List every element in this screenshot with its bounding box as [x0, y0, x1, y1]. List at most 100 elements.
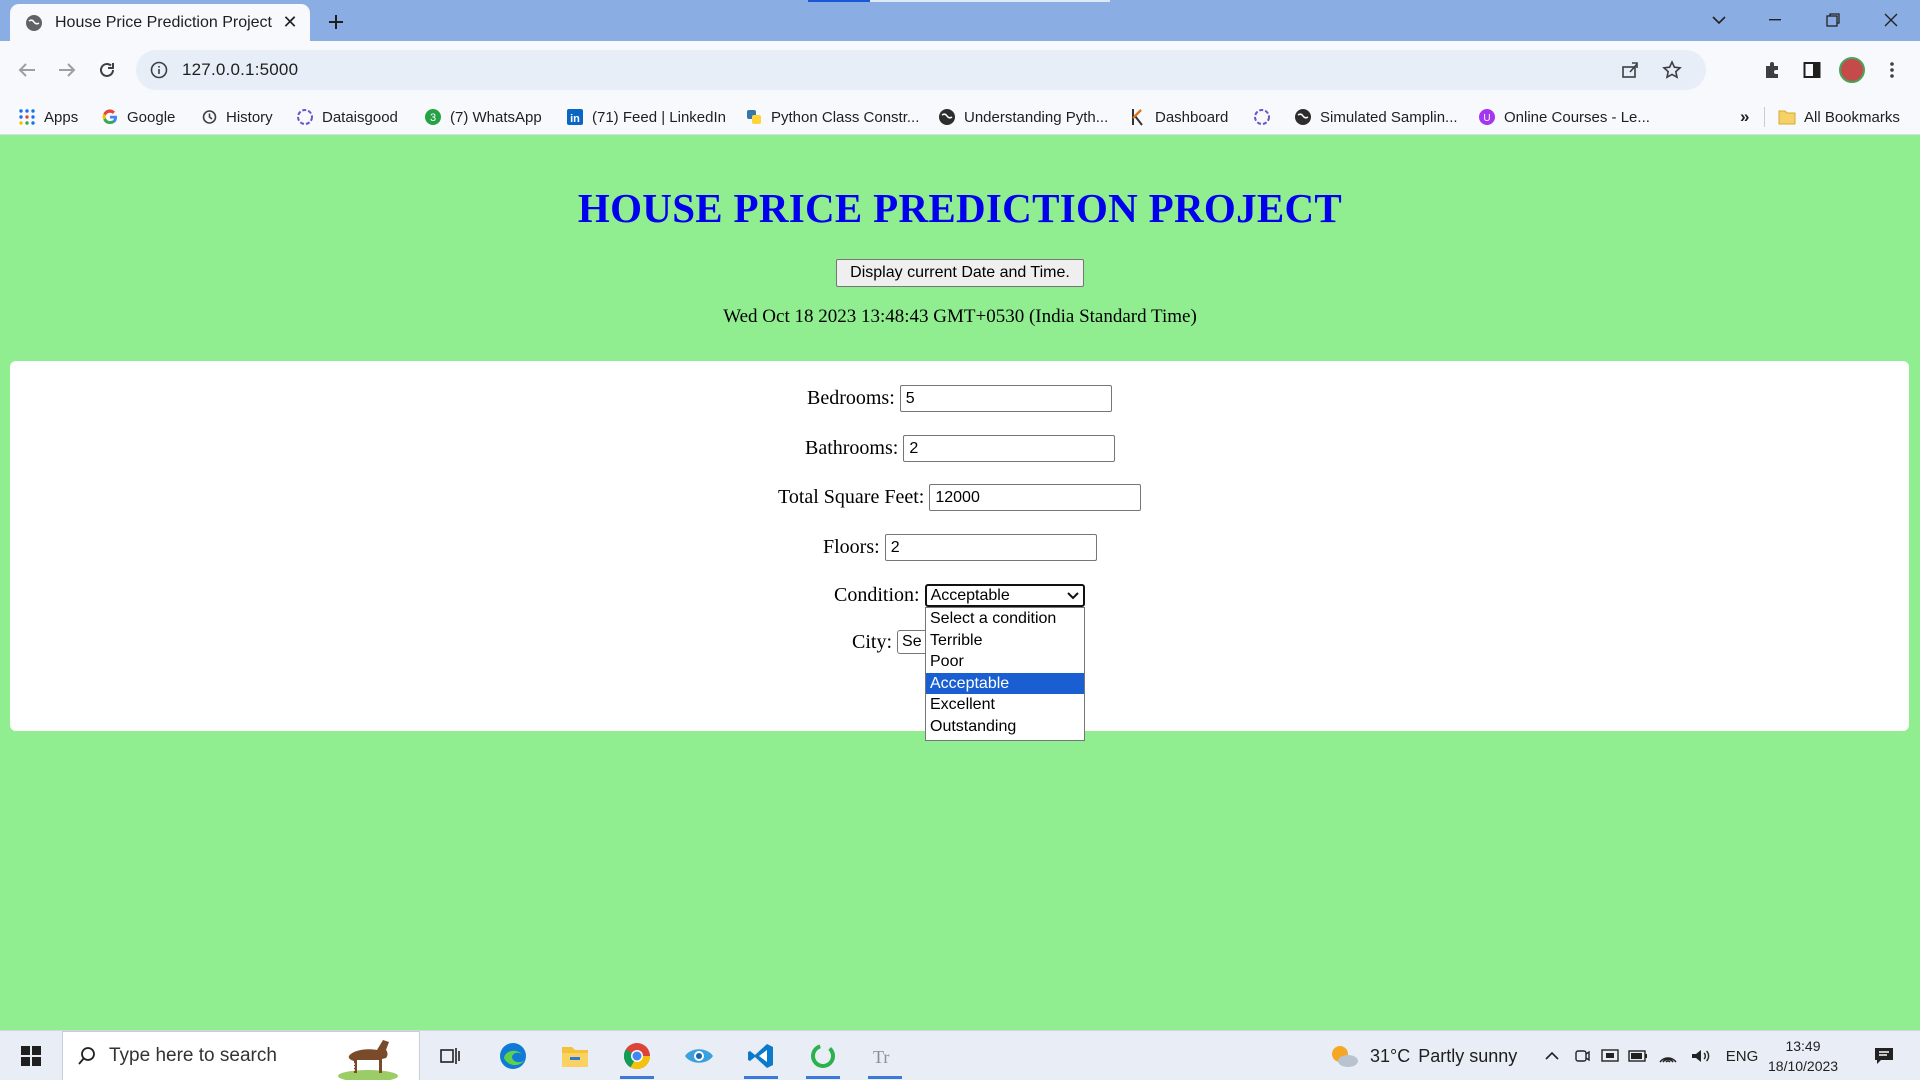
- bookmark-label: History: [226, 108, 273, 126]
- bookmark-label: Dashboard: [1155, 108, 1229, 126]
- profile-avatar[interactable]: [1837, 55, 1867, 85]
- new-tab-icon[interactable]: [322, 8, 350, 36]
- task-view-icon[interactable]: [425, 1031, 475, 1080]
- bookmarks-bar: Apps Google History Dataisgood 3 (7) Wha…: [0, 99, 1920, 135]
- bookmark-linkedin[interactable]: in (71) Feed | LinkedIn: [566, 99, 726, 135]
- bookmark-understanding-python[interactable]: Understanding Pyth...: [938, 99, 1108, 135]
- volume-icon[interactable]: [1688, 1031, 1712, 1080]
- minimize-icon[interactable]: [1752, 0, 1798, 40]
- weather-widget[interactable]: 31°C Partly sunny: [1328, 1031, 1517, 1080]
- condition-dropdown-list: Select a condition Terrible Poor Accepta…: [925, 607, 1085, 741]
- sqft-row: Total Square Feet: 12000: [778, 484, 1142, 511]
- bookmark-label: Simulated Samplin...: [1320, 108, 1458, 126]
- battery-icon[interactable]: [1626, 1031, 1650, 1080]
- chevron-down-icon: [1066, 591, 1079, 599]
- floors-row: Floors: 2: [823, 534, 1097, 561]
- bookmark-label: (71) Feed | LinkedIn: [592, 108, 726, 126]
- reload-icon[interactable]: [92, 55, 122, 85]
- bookmark-dashboard[interactable]: Dashboard: [1129, 99, 1228, 135]
- edge-browser-icon[interactable]: [488, 1031, 538, 1080]
- browser-tab[interactable]: House Price Prediction Project ✕: [10, 4, 310, 41]
- show-hidden-icons-chevron-icon[interactable]: [1540, 1031, 1564, 1080]
- bookmark-label: Google: [127, 108, 176, 126]
- browser-titlebar: House Price Prediction Project ✕: [0, 0, 1920, 41]
- chrome-icon[interactable]: [612, 1031, 662, 1080]
- all-bookmarks[interactable]: All Bookmarks: [1778, 99, 1900, 135]
- file-explorer-icon[interactable]: [550, 1031, 600, 1080]
- close-tab-icon[interactable]: ✕: [276, 9, 304, 37]
- condition-selected-value: Acceptable: [930, 586, 1010, 604]
- condition-option[interactable]: Excellent: [926, 694, 1084, 716]
- side-panel-icon[interactable]: [1797, 55, 1827, 85]
- display-datetime-button[interactable]: Display current Date and Time.: [836, 259, 1084, 287]
- datetime-display: Wed Oct 18 2023 13:48:43 GMT+0530 (India…: [723, 306, 1197, 327]
- tab-search-chevron-icon[interactable]: [1696, 0, 1742, 40]
- openai-icon: [1253, 108, 1271, 126]
- bookmark-python-class[interactable]: Python Class Constr...: [745, 99, 919, 135]
- more-bookmarks-chevron-icon[interactable]: »: [1740, 99, 1749, 135]
- bathrooms-input[interactable]: 2: [903, 435, 1116, 462]
- weather-temp: 31°C: [1370, 1045, 1411, 1066]
- address-bar[interactable]: 127.0.0.1:5000: [136, 50, 1706, 90]
- bookmark-label: Dataisgood: [322, 108, 398, 126]
- condition-option[interactable]: Poor: [926, 651, 1084, 673]
- tab-strip-highlight: [808, 0, 870, 2]
- bedrooms-input[interactable]: 5: [899, 385, 1112, 412]
- bookmark-online-courses[interactable]: U Online Courses - Le...: [1478, 99, 1650, 135]
- sqft-input[interactable]: 12000: [929, 484, 1142, 511]
- bookmark-label: Understanding Pyth...: [964, 108, 1109, 126]
- floors-input[interactable]: 2: [884, 534, 1097, 561]
- google-icon: [101, 108, 119, 126]
- condition-row: Condition: Acceptable: [834, 584, 1085, 607]
- page-title: HOUSE PRICE PREDICTION PROJECT: [577, 185, 1343, 231]
- condition-option-selected[interactable]: Acceptable: [926, 672, 1084, 694]
- tab-title: House Price Prediction Project: [55, 13, 272, 31]
- linkedin-icon: in: [566, 108, 584, 126]
- apps-grid-icon: [18, 108, 36, 126]
- bookmark-google[interactable]: Google: [101, 99, 175, 135]
- condition-option[interactable]: Select a condition: [926, 608, 1084, 630]
- globe-icon: [26, 14, 42, 31]
- url-text[interactable]: 127.0.0.1:5000: [182, 60, 298, 80]
- typora-icon[interactable]: Tr: [860, 1031, 910, 1080]
- bookmark-history[interactable]: History: [200, 99, 273, 135]
- vscode-icon[interactable]: [736, 1031, 786, 1080]
- bookmark-apps[interactable]: Apps: [18, 99, 78, 135]
- bookmark-whatsapp[interactable]: 3 (7) WhatsApp: [424, 99, 542, 135]
- site-info-icon[interactable]: [150, 61, 168, 79]
- notifications-icon[interactable]: [1868, 1031, 1900, 1080]
- meet-now-icon[interactable]: [1570, 1031, 1594, 1080]
- svg-text:3: 3: [430, 112, 436, 124]
- language-indicator[interactable]: ENG: [1724, 1031, 1760, 1080]
- clock-date: 18/10/2023: [1768, 1058, 1839, 1074]
- forward-arrow-icon[interactable]: [52, 55, 82, 85]
- restore-icon[interactable]: [1810, 0, 1856, 40]
- windows-start-icon[interactable]: [6, 1031, 56, 1080]
- bookmark-simulated-sampling[interactable]: Simulated Samplin...: [1294, 99, 1458, 135]
- bookmark-openai[interactable]: [1253, 99, 1279, 135]
- close-window-icon[interactable]: [1868, 0, 1914, 40]
- condition-option[interactable]: Terrible: [926, 630, 1084, 652]
- taskbar-clock[interactable]: 13:49 18/10/2023: [1768, 1036, 1838, 1076]
- all-bookmarks-label: All Bookmarks: [1804, 108, 1900, 126]
- jupyter-refresh-icon[interactable]: [798, 1031, 848, 1080]
- bathrooms-label: Bathrooms:: [805, 437, 899, 459]
- bookmark-label: (7) WhatsApp: [450, 108, 542, 126]
- display-icon[interactable]: [1598, 1031, 1622, 1080]
- wifi-icon[interactable]: [1656, 1031, 1680, 1080]
- svg-text:Tr: Tr: [873, 1047, 889, 1067]
- condition-option[interactable]: Outstanding: [926, 716, 1084, 738]
- condition-select[interactable]: Acceptable: [924, 584, 1085, 607]
- bookmark-dataisgood[interactable]: Dataisgood: [296, 99, 398, 135]
- bookmark-star-icon[interactable]: [1654, 50, 1690, 90]
- eye-app-icon[interactable]: [674, 1031, 724, 1080]
- search-placeholder: Type here to search: [109, 1045, 277, 1066]
- taskbar-search-box[interactable]: Type here to search: [62, 1031, 420, 1080]
- back-arrow-icon[interactable]: [12, 55, 42, 85]
- floors-label: Floors:: [823, 536, 880, 558]
- svg-text:U: U: [1483, 113, 1490, 124]
- share-icon[interactable]: [1612, 50, 1648, 90]
- extensions-puzzle-icon[interactable]: [1757, 55, 1787, 85]
- more-menu-icon[interactable]: [1877, 55, 1907, 85]
- bookmark-label: Online Courses - Le...: [1504, 108, 1650, 126]
